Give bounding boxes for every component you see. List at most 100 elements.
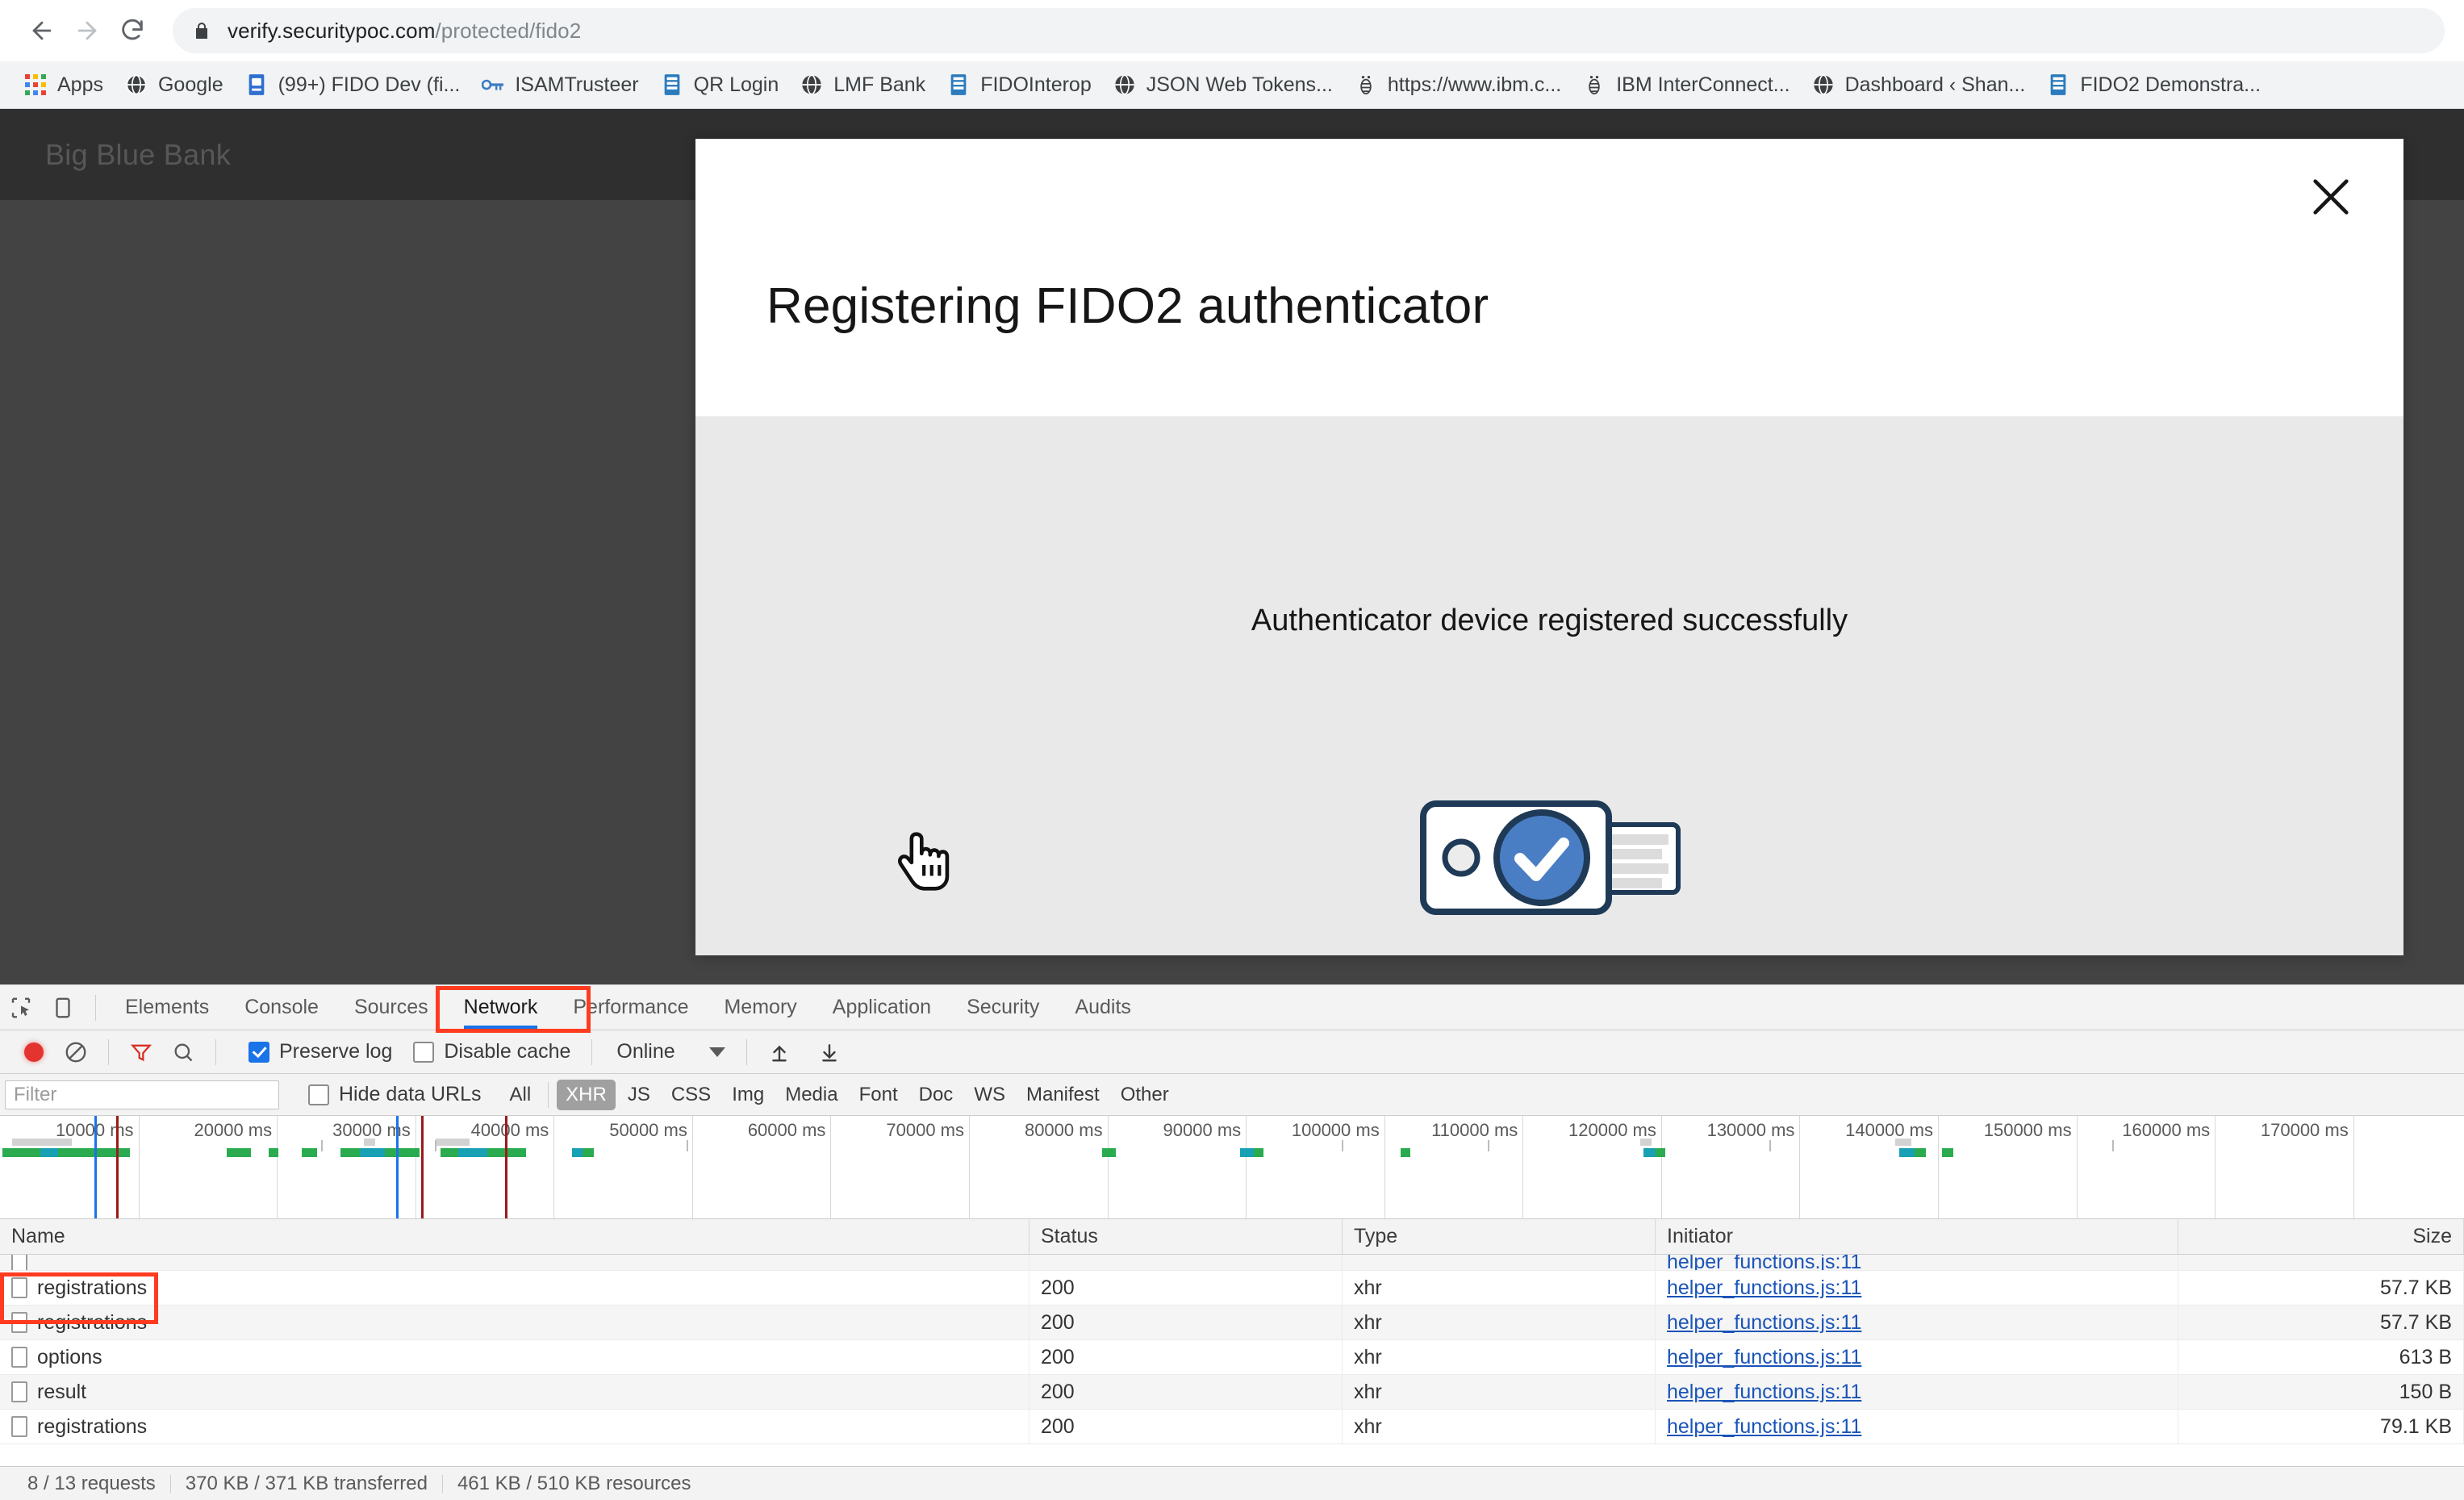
tab-security[interactable]: Security — [949, 985, 1057, 1030]
filter-type-font[interactable]: Font — [850, 1080, 907, 1110]
back-button[interactable] — [19, 8, 65, 53]
column-header-name[interactable]: Name — [0, 1219, 1029, 1254]
bookmark-fido2-demonstration[interactable]: FIDO2 Demonstra... — [2036, 66, 2271, 103]
timeline-request-band — [1643, 1148, 1665, 1157]
cell-type: xhr — [1343, 1271, 1656, 1305]
close-button[interactable] — [2292, 158, 2370, 236]
device-toolbar-button[interactable] — [42, 987, 84, 1029]
bookmark-lmf-bank[interactable]: LMF Bank — [789, 66, 936, 103]
table-row[interactable]: registrations 200 xhr helper_functions.j… — [0, 1410, 2464, 1444]
request-name: registrations — [37, 1310, 148, 1334]
search-button[interactable] — [162, 1031, 204, 1073]
filter-type-manifest[interactable]: Manifest — [1017, 1080, 1109, 1110]
disable-cache-checkbox[interactable] — [413, 1041, 435, 1063]
initiator-link[interactable]: helper_functions.js:11 — [1667, 1255, 1861, 1270]
table-row[interactable]: registrations 200 xhr helper_functions.j… — [0, 1271, 2464, 1306]
filter-type-all[interactable]: All — [500, 1080, 540, 1110]
table-row[interactable]: options 200 xhr helper_functions.js:11 6… — [0, 1340, 2464, 1375]
filter-type-xhr[interactable]: XHR — [557, 1079, 616, 1110]
tab-label: Network — [463, 996, 538, 1018]
clear-button[interactable] — [55, 1031, 97, 1073]
filter-type-js[interactable]: JS — [619, 1080, 659, 1110]
cell-initiator: helper_functions.js:11 — [1656, 1255, 2178, 1270]
reload-icon — [122, 19, 143, 40]
tab-network[interactable]: Network — [446, 985, 556, 1030]
timeline-request-band — [268, 1148, 278, 1157]
bookmark-isamtrusteer[interactable]: ISAMTrusteer — [470, 66, 649, 103]
screenshot-root: verify.securitypoc.com/protected/fido2 A… — [0, 0, 2464, 1500]
inspect-element-button[interactable] — [0, 987, 42, 1029]
filter-type-css[interactable]: CSS — [662, 1080, 720, 1110]
timeline-request-band — [1240, 1148, 1264, 1157]
tab-label: Application — [832, 996, 932, 1018]
filter-type-img[interactable]: Img — [723, 1080, 773, 1110]
resource-type-filters: All XHR JS CSS Img Media Font Doc WS Man… — [499, 1079, 1179, 1110]
export-har-button[interactable] — [808, 1031, 850, 1073]
tab-memory[interactable]: Memory — [706, 985, 814, 1030]
bookmark-fidointerop[interactable]: FIDOInterop — [936, 66, 1102, 103]
network-timeline-overview[interactable]: 10000 ms 20000 ms 30000 ms 40000 ms 50000 ms… — [0, 1116, 2464, 1219]
preserve-log-checkbox[interactable] — [248, 1041, 269, 1063]
record-button-icon — [24, 1042, 44, 1062]
bookmark-qr-login[interactable]: QR Login — [649, 66, 790, 103]
bookmark-dashboard-shane[interactable]: Dashboard ‹ Shan... — [1801, 66, 2036, 103]
bookmark-json-web-tokens[interactable]: JSON Web Tokens... — [1102, 66, 1343, 103]
column-header-size[interactable]: Size — [2178, 1219, 2464, 1254]
import-har-button[interactable] — [758, 1031, 800, 1073]
address-bar[interactable]: verify.securitypoc.com/protected/fido2 — [173, 8, 2445, 53]
timeline-tick-label: 130000 ms — [1706, 1120, 1795, 1140]
filter-type-doc[interactable]: Doc — [910, 1080, 963, 1110]
document-icon — [11, 1255, 27, 1270]
bookmark-ibm-interconnect[interactable]: IBM InterConnect... — [1572, 66, 1800, 103]
tab-performance[interactable]: Performance — [555, 985, 706, 1030]
tab-elements[interactable]: Elements — [107, 985, 227, 1030]
initiator-link[interactable]: helper_functions.js:11 — [1667, 1346, 1861, 1369]
timeline-tick-label: 100000 ms — [1291, 1120, 1380, 1140]
tab-label: Sources — [353, 996, 428, 1018]
request-name: registrations — [37, 1414, 148, 1438]
tab-application[interactable]: Application — [815, 985, 949, 1030]
column-header-initiator[interactable]: Initiator — [1656, 1219, 2178, 1254]
cell-name: options — [0, 1340, 1029, 1374]
column-header-status[interactable]: Status — [1029, 1219, 1343, 1254]
tab-sources[interactable]: Sources — [336, 985, 446, 1030]
forward-button[interactable] — [65, 8, 110, 53]
cell-name — [0, 1255, 1029, 1270]
initiator-link[interactable]: helper_functions.js:11 — [1667, 1311, 1861, 1335]
column-header-type[interactable]: Type — [1343, 1219, 1656, 1254]
filter-type-ws[interactable]: WS — [965, 1080, 1014, 1110]
request-name: result — [37, 1380, 87, 1403]
timeline-event-line — [420, 1116, 424, 1218]
cell-type: xhr — [1343, 1410, 1656, 1444]
preserve-log-control[interactable]: Preserve log — [248, 1040, 392, 1063]
back-arrow-icon — [32, 21, 52, 40]
tab-audits[interactable]: Audits — [1057, 985, 1148, 1030]
filter-type-media[interactable]: Media — [776, 1080, 846, 1110]
bookmark-google[interactable]: Google — [114, 66, 234, 103]
initiator-link[interactable]: helper_functions.js:11 — [1667, 1381, 1861, 1404]
filter-button[interactable] — [120, 1031, 162, 1073]
initiator-link[interactable]: helper_functions.js:11 — [1667, 1276, 1861, 1300]
hide-data-urls-control[interactable]: Hide data URLs — [308, 1083, 481, 1106]
bookmark-fido-dev[interactable]: (99+) FIDO Dev (fi... — [234, 66, 471, 103]
table-row[interactable]: result 200 xhr helper_functions.js:11 15… — [0, 1375, 2464, 1410]
cell-type: xhr — [1343, 1306, 1656, 1339]
bookmark-apps[interactable]: Apps — [13, 66, 114, 103]
table-row[interactable]: registrations 200 xhr helper_functions.j… — [0, 1306, 2464, 1340]
record-button[interactable] — [13, 1031, 55, 1073]
filter-input[interactable]: Filter — [5, 1080, 279, 1109]
initiator-link[interactable]: helper_functions.js:11 — [1667, 1415, 1861, 1439]
timeline-tick: 100000 ms — [1292, 1116, 1385, 1218]
table-row-partial[interactable]: helper_functions.js:11 — [0, 1255, 2464, 1271]
timeline-request-band — [302, 1148, 317, 1157]
hide-data-urls-checkbox[interactable] — [308, 1084, 329, 1105]
reload-button[interactable] — [110, 8, 155, 53]
throttling-value: Online — [616, 1040, 675, 1063]
disable-cache-control[interactable]: Disable cache — [413, 1040, 570, 1063]
bookmark-ibm-com[interactable]: https://www.ibm.c... — [1343, 66, 1572, 103]
requests-count: 8 / 13 requests — [27, 1472, 156, 1494]
cell-type — [1343, 1255, 1656, 1270]
throttling-select[interactable]: Online — [607, 1040, 725, 1063]
tab-console[interactable]: Console — [227, 985, 336, 1030]
filter-type-other[interactable]: Other — [1112, 1080, 1178, 1110]
